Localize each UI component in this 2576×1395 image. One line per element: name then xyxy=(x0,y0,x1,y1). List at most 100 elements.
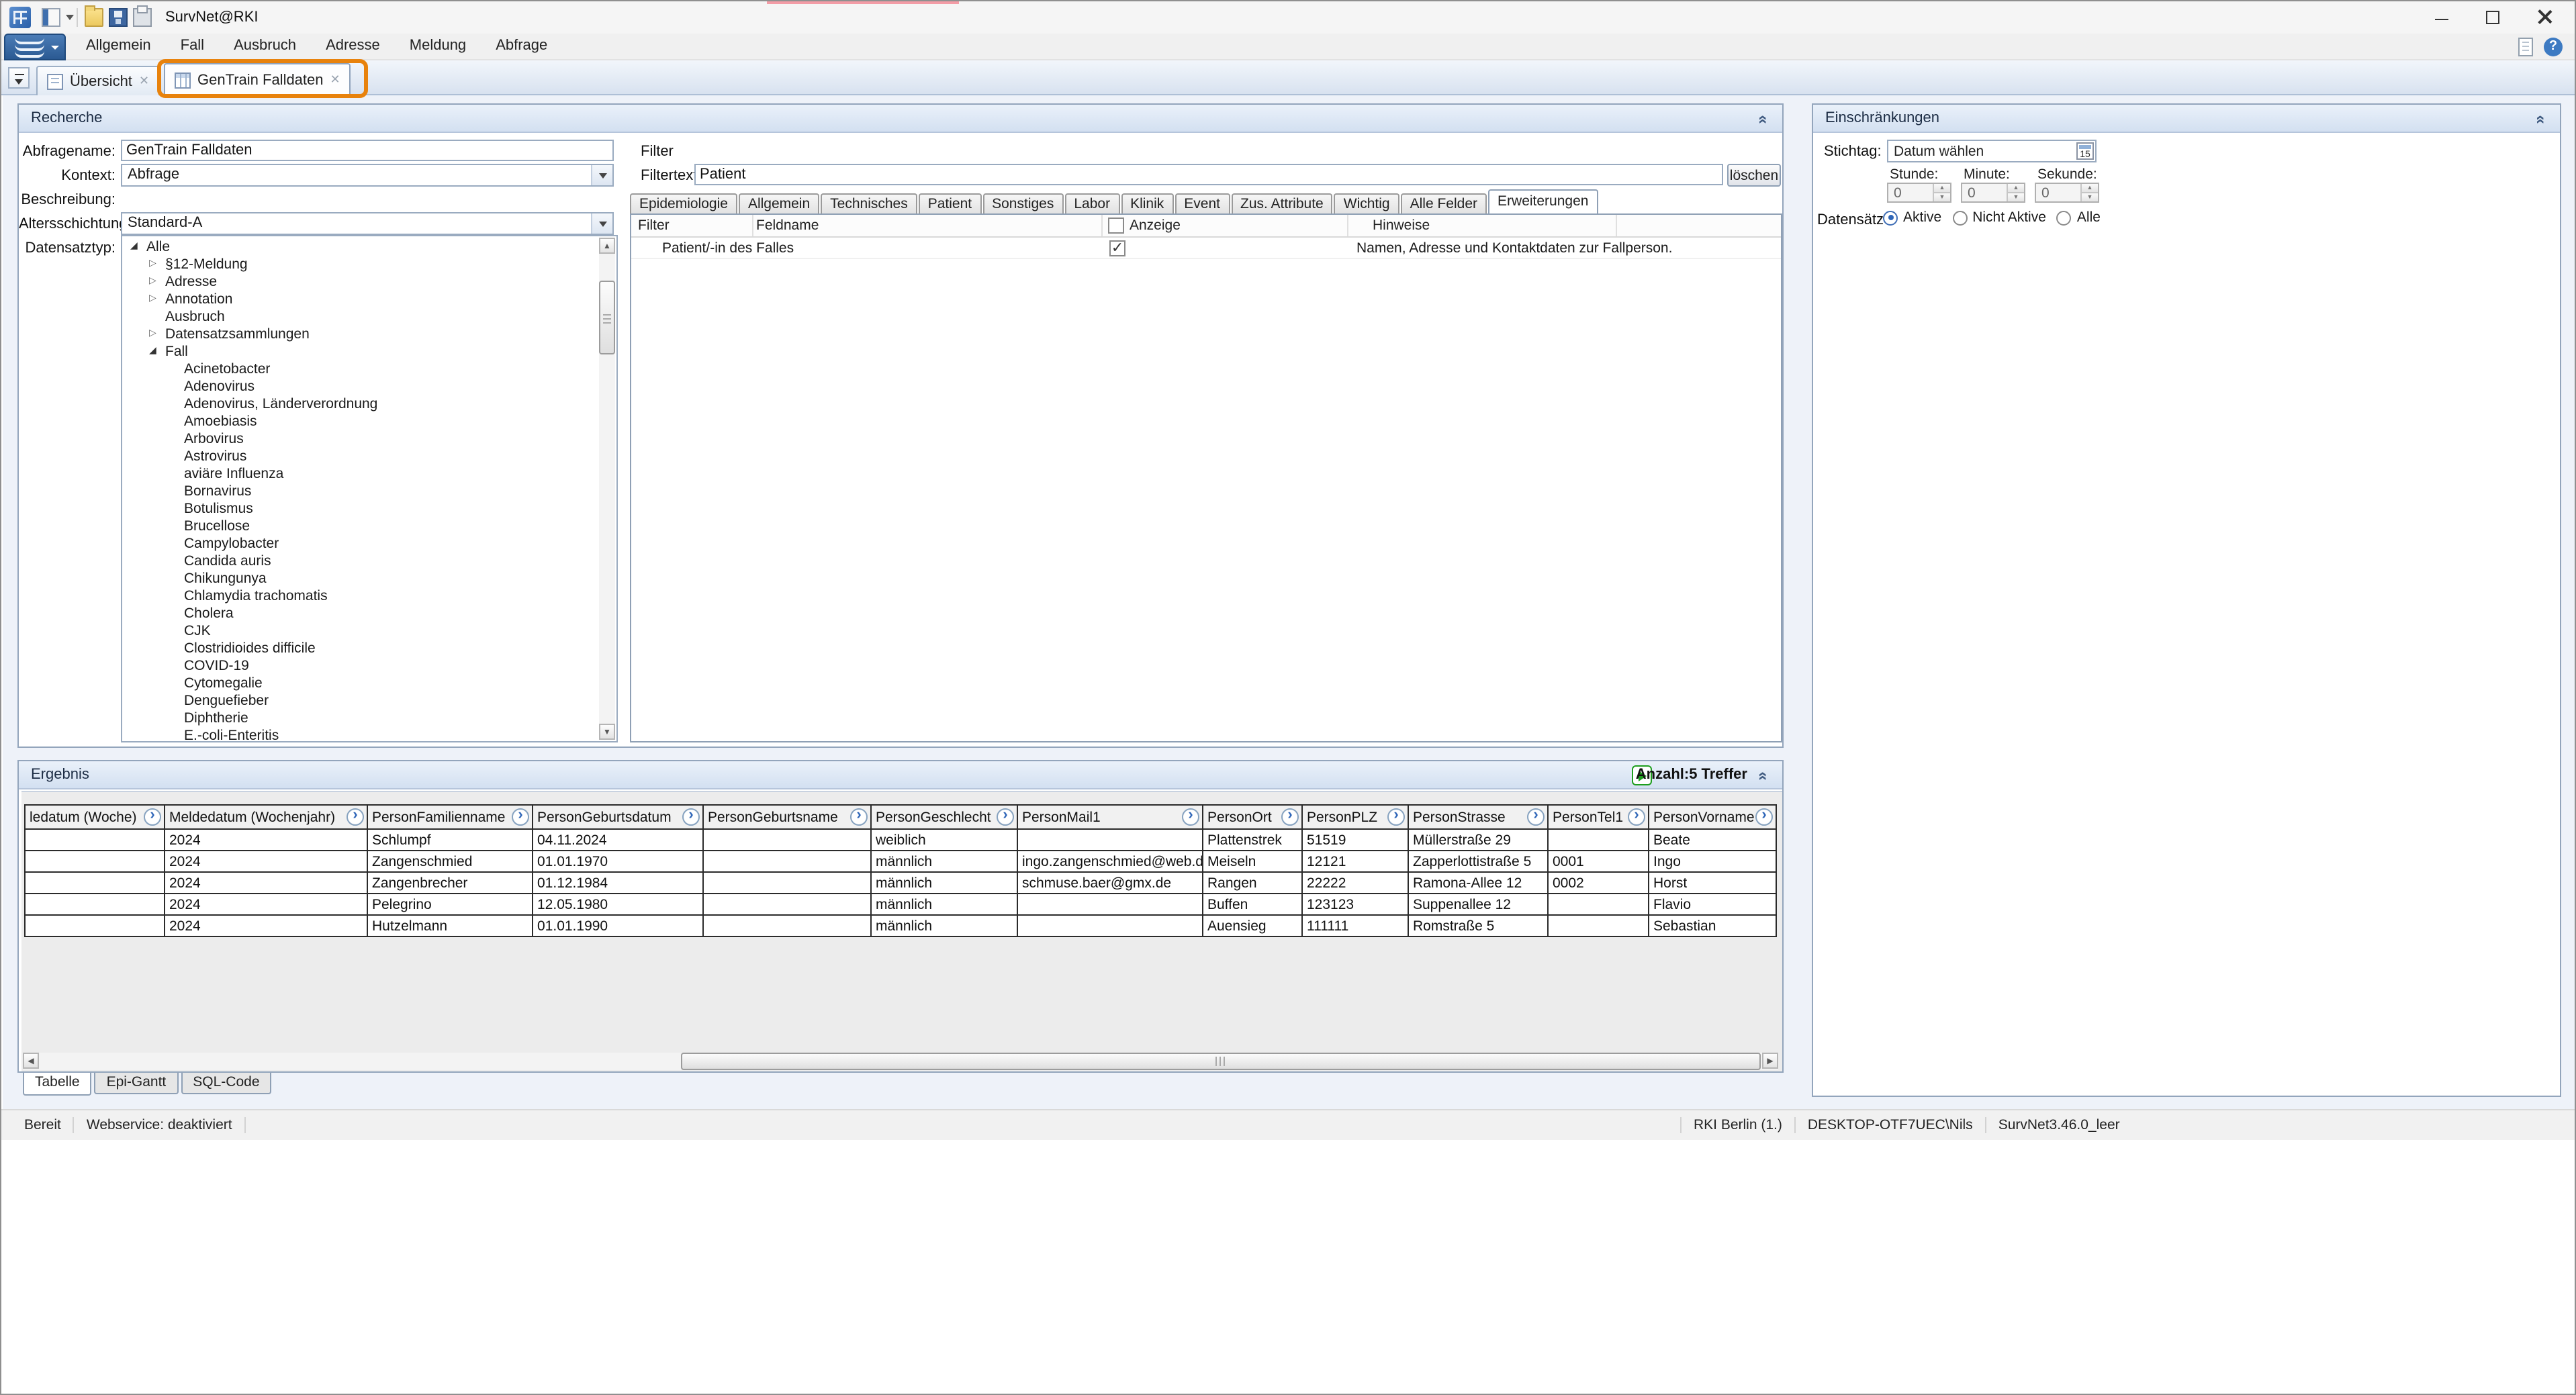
result-row[interactable]: 2024 Zangenbrecher 01.12.1984 männlich s… xyxy=(25,872,1776,894)
tree-item[interactable]: Denguefieber xyxy=(124,691,598,709)
cell-plz[interactable]: 51519 xyxy=(1302,829,1408,851)
filter-column-header[interactable]: Filter xyxy=(638,218,670,234)
anzeige-header-checkbox[interactable] xyxy=(1108,218,1124,234)
cell-mail[interactable] xyxy=(1017,894,1203,915)
column-filter-icon[interactable] xyxy=(682,808,700,826)
cell-geburtsname[interactable] xyxy=(703,829,871,851)
tree-item[interactable]: E.-coli-Enteritis xyxy=(124,726,598,740)
anzeige-checkbox[interactable] xyxy=(1109,240,1125,256)
tree-item[interactable]: Campylobacter xyxy=(124,534,598,552)
cell-meldedatum-woche[interactable] xyxy=(25,851,165,872)
cell-geburtsname[interactable] xyxy=(703,872,871,894)
cell-mail[interactable]: ingo.zangenschmied@web.de xyxy=(1017,851,1203,872)
tree-expander-icon[interactable] xyxy=(149,342,164,360)
collapse-panel-icon[interactable] xyxy=(1757,109,1774,128)
cell-meldedatum-wochenjahr[interactable]: 2024 xyxy=(165,829,367,851)
column-filter-icon[interactable] xyxy=(144,808,161,826)
tree-item[interactable]: Adresse xyxy=(124,273,598,290)
cell-geburtsname[interactable] xyxy=(703,915,871,936)
column-filter-icon[interactable] xyxy=(1281,808,1299,826)
cell-ort[interactable]: Rangen xyxy=(1203,872,1302,894)
tree-item[interactable]: Arbovirus xyxy=(124,430,598,447)
cell-strasse[interactable]: Romstraße 5 xyxy=(1408,915,1548,936)
cell-familienname[interactable]: Hutzelmann xyxy=(367,915,533,936)
cell-tel[interactable] xyxy=(1548,894,1649,915)
tab-gentrain-falldaten[interactable]: GenTrain Falldaten xyxy=(164,63,351,95)
step-down-icon[interactable] xyxy=(2082,192,2098,201)
tree-item[interactable]: CJK xyxy=(124,622,598,639)
collapse-panel-icon[interactable] xyxy=(2534,109,2552,128)
result-column-header[interactable]: PersonVorname xyxy=(1649,805,1776,829)
open-icon[interactable] xyxy=(85,8,103,27)
filter-tab[interactable]: Allgemein xyxy=(739,193,819,213)
scroll-left-icon[interactable] xyxy=(23,1053,39,1069)
result-column-header[interactable]: Meldedatum (Wochenjahr) xyxy=(165,805,367,829)
cell-vorname[interactable]: Horst xyxy=(1649,872,1776,894)
radio-option[interactable]: Alle xyxy=(2057,209,2101,226)
scroll-down-icon[interactable] xyxy=(599,724,615,740)
cell-meldedatum-wochenjahr[interactable]: 2024 xyxy=(165,872,367,894)
step-down-icon[interactable] xyxy=(1934,192,1950,201)
tree-item[interactable]: Candida auris xyxy=(124,552,598,569)
cell-geburtsname[interactable] xyxy=(703,894,871,915)
cell-vorname[interactable]: Beate xyxy=(1649,829,1776,851)
cell-familienname[interactable]: Pelegrino xyxy=(367,894,533,915)
cell-mail[interactable] xyxy=(1017,829,1203,851)
menu-item[interactable]: Ausbruch xyxy=(219,34,311,60)
cell-geschlecht[interactable]: männlich xyxy=(871,915,1017,936)
cell-ort[interactable]: Plattenstrek xyxy=(1203,829,1302,851)
minute-stepper[interactable]: 0 xyxy=(1961,183,2025,203)
field-row[interactable]: Patient/-in des Falles Namen, Adresse un… xyxy=(631,238,1781,259)
view-tab[interactable]: Tabelle xyxy=(23,1073,92,1096)
filter-tab[interactable]: Zus. Attribute xyxy=(1231,193,1333,213)
tree-item[interactable]: aviäre Influenza xyxy=(124,465,598,482)
titlebar[interactable]: SurvNet@RKI xyxy=(1,1,2575,34)
cell-tel[interactable] xyxy=(1548,915,1649,936)
document-icon[interactable] xyxy=(2518,38,2533,56)
cell-tel[interactable]: 0001 xyxy=(1548,851,1649,872)
application-menu-button[interactable] xyxy=(4,34,66,60)
save-icon[interactable] xyxy=(109,8,128,27)
cell-plz[interactable]: 111111 xyxy=(1302,915,1408,936)
tree-expander-icon[interactable] xyxy=(149,325,164,342)
cell-ort[interactable]: Auensieg xyxy=(1203,915,1302,936)
cell-meldedatum-wochenjahr[interactable]: 2024 xyxy=(165,851,367,872)
menu-item[interactable]: Meldung xyxy=(395,34,481,60)
stepper-arrows[interactable] xyxy=(2007,184,2024,201)
filter-tab[interactable]: Labor xyxy=(1064,193,1119,213)
step-up-icon[interactable] xyxy=(1934,184,1950,192)
notebook-icon[interactable] xyxy=(42,8,60,27)
stichtag-datepicker[interactable]: Datum wählen 15 xyxy=(1887,140,2097,162)
cell-meldedatum-woche[interactable] xyxy=(25,872,165,894)
cell-vorname[interactable]: Flavio xyxy=(1649,894,1776,915)
tree-item[interactable]: Chikungunya xyxy=(124,569,598,587)
result-row[interactable]: 2024 Zangenschmied 01.01.1970 männlich i… xyxy=(25,851,1776,872)
cell-plz[interactable]: 12121 xyxy=(1302,851,1408,872)
menu-item[interactable]: Allgemein xyxy=(71,34,166,60)
result-column-header[interactable]: PersonMail1 xyxy=(1017,805,1203,829)
filter-tab[interactable]: Epidemiologie xyxy=(630,193,737,213)
close-tab-icon[interactable] xyxy=(139,75,149,87)
clear-filter-button[interactable]: löschen xyxy=(1727,164,1781,187)
collapse-panel-icon[interactable] xyxy=(1757,765,1774,784)
tree-item[interactable]: Amoebiasis xyxy=(124,412,598,430)
tree-item[interactable]: Bornavirus xyxy=(124,482,598,499)
step-up-icon[interactable] xyxy=(2008,184,2024,192)
result-column-header[interactable]: PersonOrt xyxy=(1203,805,1302,829)
cell-tel[interactable]: 0002 xyxy=(1548,872,1649,894)
tree-item[interactable]: Datensatzsammlungen xyxy=(124,325,598,342)
view-tab[interactable]: Epi-Gantt xyxy=(95,1073,179,1094)
close-button[interactable] xyxy=(2518,1,2569,34)
cell-geburtsdatum[interactable]: 12.05.1980 xyxy=(533,894,703,915)
altersschichtung-combobox[interactable]: Standard-A xyxy=(121,212,614,235)
calendar-icon[interactable]: 15 xyxy=(2076,142,2094,160)
maximize-button[interactable] xyxy=(2467,1,2518,34)
column-filter-icon[interactable] xyxy=(1387,808,1405,826)
filter-tab[interactable]: Wichtig xyxy=(1334,193,1399,213)
cell-plz[interactable]: 22222 xyxy=(1302,872,1408,894)
cell-plz[interactable]: 123123 xyxy=(1302,894,1408,915)
cell-meldedatum-wochenjahr[interactable]: 2024 xyxy=(165,915,367,936)
tree-item[interactable]: Annotation xyxy=(124,290,598,307)
help-icon[interactable] xyxy=(2544,38,2563,56)
column-filter-icon[interactable] xyxy=(512,808,529,826)
